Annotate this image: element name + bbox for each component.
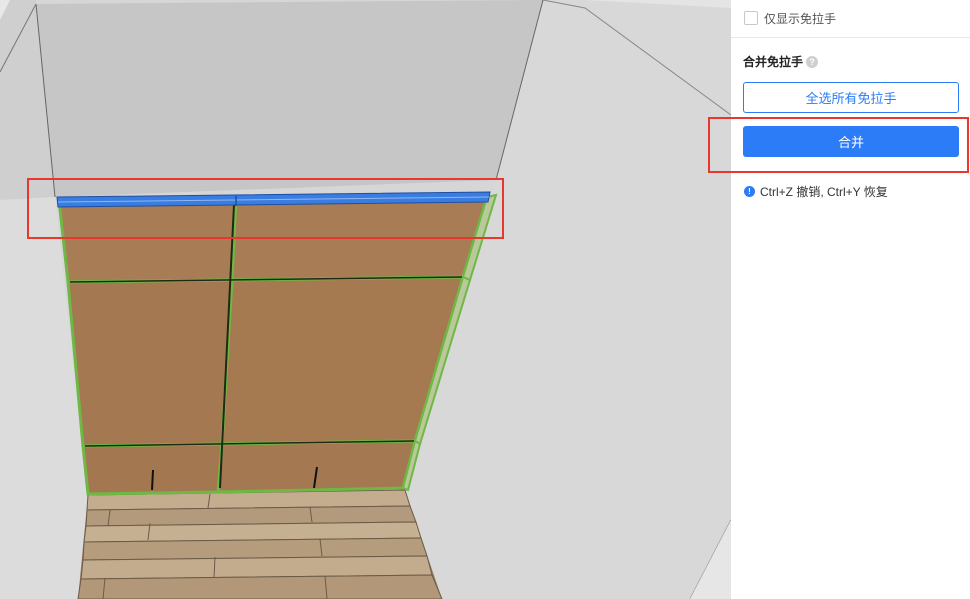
door-mid-left[interactable] (66, 278, 234, 448)
door-top-right[interactable] (230, 195, 490, 282)
section-title-text: 合并免拉手 (743, 55, 804, 69)
show-only-label: 仅显示免拉手 (764, 11, 837, 26)
shortcut-hint: ! Ctrl+Z 撤销, Ctrl+Y 恢复 (744, 183, 888, 200)
info-icon: ! (744, 186, 755, 197)
scene-canvas[interactable] (0, 0, 731, 599)
question-mark-icon[interactable]: ? (806, 55, 819, 68)
show-only-handle-free-toggle[interactable]: 仅显示免拉手 (744, 8, 836, 28)
shortcut-hint-text: Ctrl+Z 撤销, Ctrl+Y 恢复 (760, 185, 888, 199)
merge-section-title: 合并免拉手 ? (743, 53, 819, 70)
properties-panel: 仅显示免拉手 合并免拉手 ? 全选所有免拉手 合并 ! Ctrl+Z 撤销, C… (731, 0, 970, 599)
select-all-handle-free-button[interactable]: 全选所有免拉手 (743, 82, 959, 113)
door-top-left[interactable] (57, 197, 238, 284)
door-handle-left (151, 469, 154, 491)
3d-viewport[interactable] (0, 0, 731, 599)
show-only-checkbox[interactable] (744, 11, 758, 25)
merge-button[interactable]: 合并 (743, 126, 959, 157)
floor-planks (77, 489, 443, 599)
door-bottom-right[interactable] (216, 439, 417, 494)
panel-divider (731, 37, 970, 38)
ceiling (36, 0, 543, 197)
